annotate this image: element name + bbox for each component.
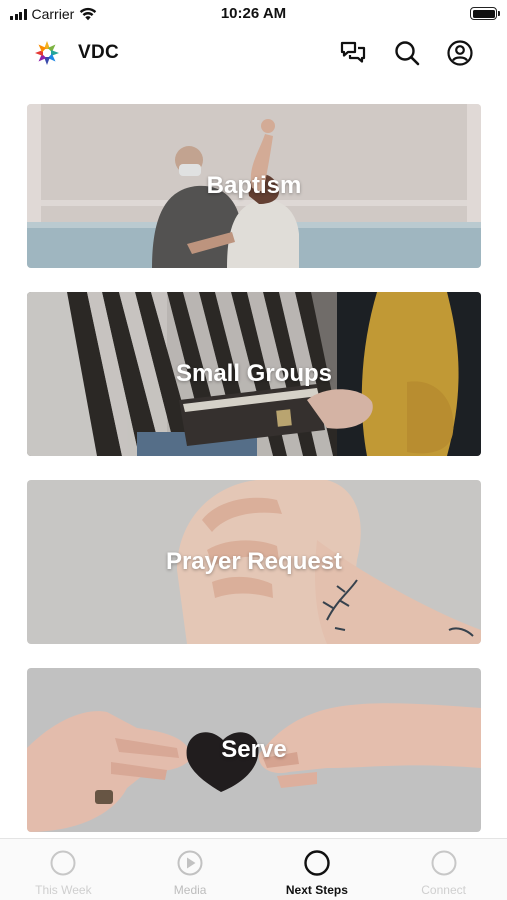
tab-next-steps[interactable]: Next Steps bbox=[254, 839, 381, 900]
card-prayer-request[interactable]: Prayer Request bbox=[27, 480, 481, 644]
tab-label: Next Steps bbox=[285, 883, 348, 897]
tab-this-week[interactable]: This Week bbox=[0, 839, 127, 900]
card-label: Small Groups bbox=[175, 360, 333, 387]
profile-icon[interactable] bbox=[446, 39, 474, 67]
tab-connect[interactable]: Connect bbox=[380, 839, 507, 900]
app-header: VDC bbox=[0, 34, 507, 72]
search-icon[interactable] bbox=[393, 39, 421, 67]
card-serve[interactable]: Serve bbox=[27, 668, 481, 832]
card-label: Serve bbox=[221, 736, 287, 763]
circle-icon bbox=[431, 850, 457, 876]
tab-label: This Week bbox=[35, 883, 92, 897]
tab-label: Media bbox=[173, 883, 207, 897]
tab-label: Connect bbox=[421, 883, 466, 897]
card-baptism[interactable]: Baptism bbox=[27, 104, 481, 268]
logo-icon[interactable] bbox=[34, 40, 60, 66]
chat-icon[interactable] bbox=[339, 39, 367, 67]
circle-icon bbox=[304, 850, 330, 876]
status-bar: Carrier 10:26 AM bbox=[0, 0, 507, 28]
tab-media[interactable]: Media bbox=[127, 839, 254, 900]
card-small-groups[interactable]: Small Groups bbox=[27, 292, 481, 456]
play-icon bbox=[177, 850, 203, 876]
status-time: 10:26 AM bbox=[220, 5, 287, 22]
tab-bar: This Week Media Next Steps Connect bbox=[0, 838, 507, 900]
app-title: VDC bbox=[78, 42, 120, 63]
circle-icon bbox=[50, 850, 76, 876]
card-label: Baptism bbox=[206, 172, 302, 199]
card-label: Prayer Request bbox=[165, 548, 343, 575]
battery-icon bbox=[470, 7, 500, 20]
